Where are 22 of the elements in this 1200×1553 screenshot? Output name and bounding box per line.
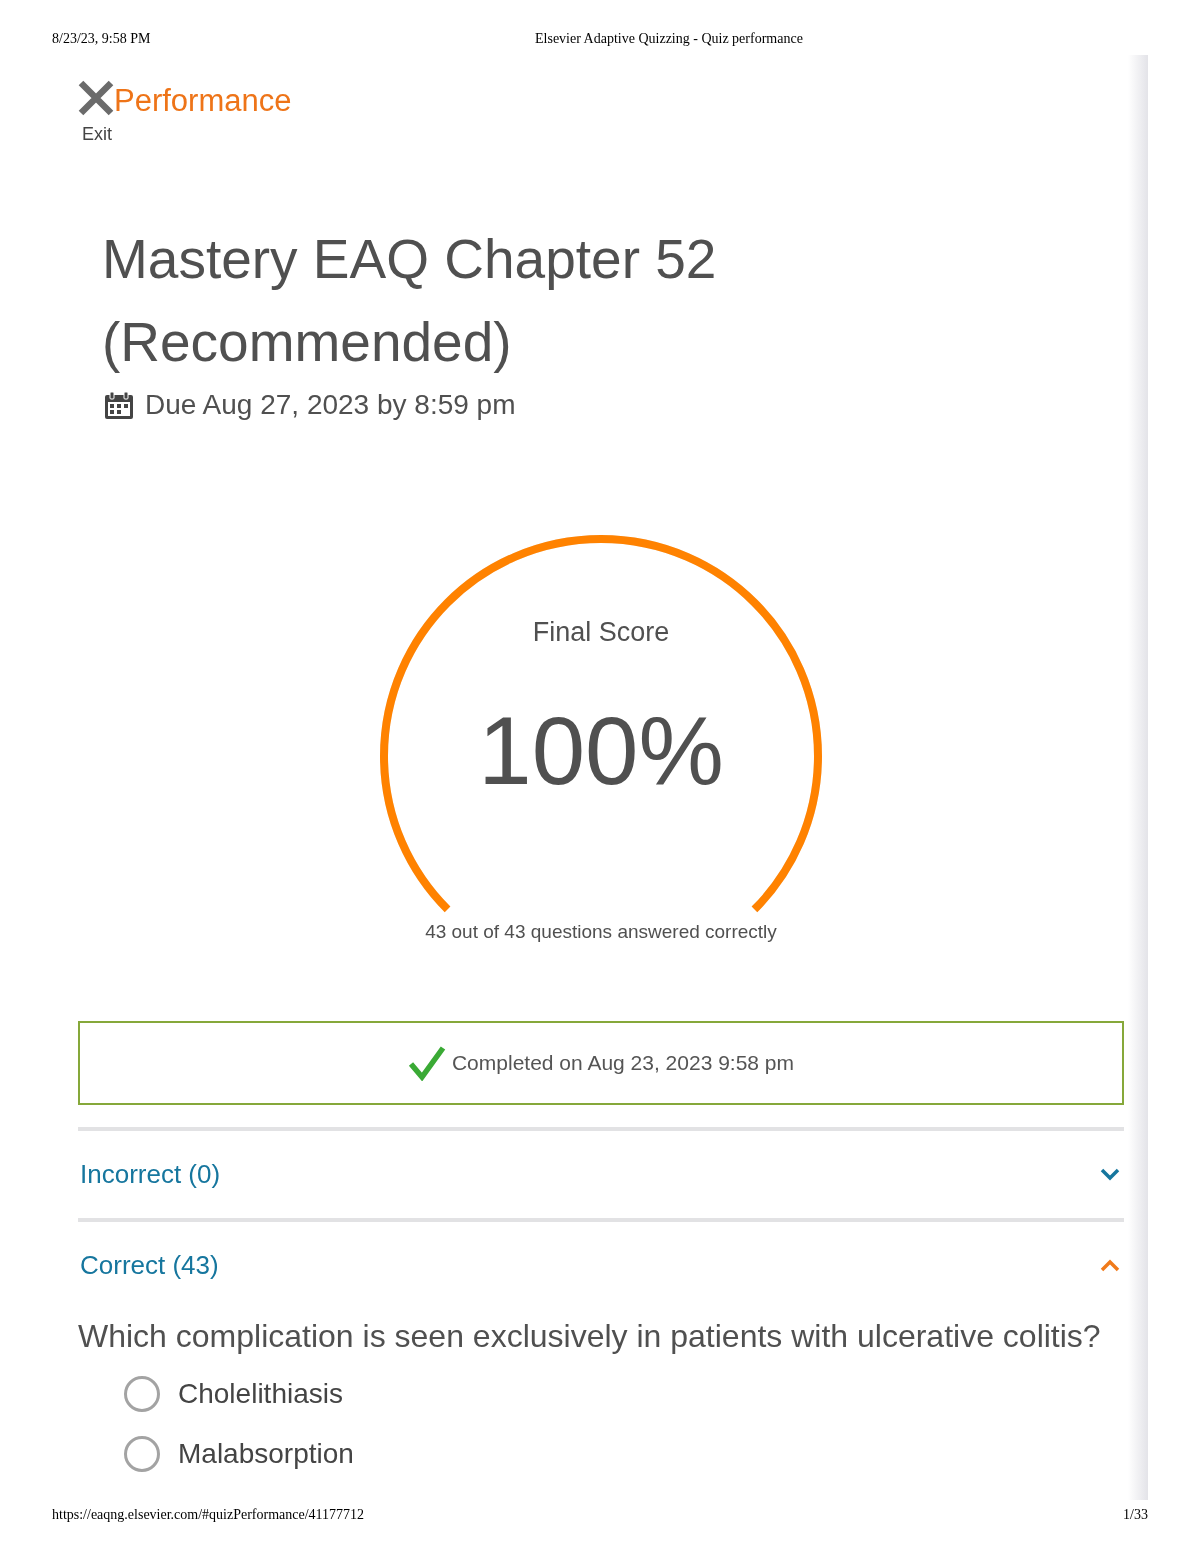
print-url: https://eaqng.elsevier.com/#quizPerformance/41177712 (52, 1506, 365, 1523)
completion-text: Completed on Aug 23, 2023 9:58 pm (451, 1051, 795, 1075)
page-heading: Performance (114, 83, 292, 119)
calendar-icon (105, 391, 133, 419)
section-header[interactable]: Correct (43) (78, 1222, 1124, 1309)
radio-button[interactable] (124, 1436, 160, 1472)
due-date: Due Aug 27, 2023 by 8:59 pm (145, 388, 516, 422)
close-icon (78, 80, 114, 116)
print-date: 8/23/23, 9:58 PM (52, 30, 152, 47)
print-page-number: 1/33 (1123, 1506, 1148, 1523)
option-label: Cholelithiasis (178, 1377, 343, 1411)
section-header[interactable]: Incorrect (0) (78, 1131, 1124, 1218)
checkmark-icon (407, 1045, 446, 1081)
score-value: 100% (478, 696, 724, 806)
exit-button[interactable]: Exit (78, 80, 114, 145)
question-text: Which complication is seen exclusively in patients with ulcerative colitis? (78, 1317, 1102, 1355)
option-label: Malabsorption (178, 1437, 354, 1471)
print-page-title: Elsevier Adaptive Quizzing - Quiz performance (535, 30, 804, 47)
score-summary: 43 out of 43 questions answered correctly (425, 920, 777, 944)
quiz-title: Mastery EAQ Chapter 52 (Recommended) (102, 227, 718, 375)
final-score-label: Final Score (532, 616, 670, 649)
radio-button[interactable] (124, 1376, 160, 1412)
